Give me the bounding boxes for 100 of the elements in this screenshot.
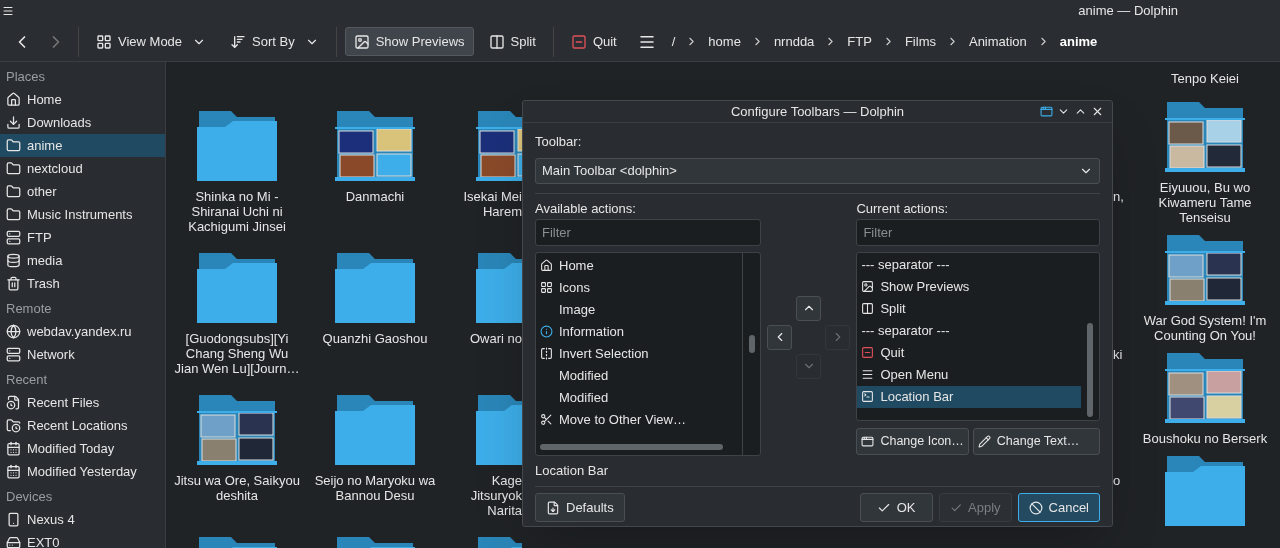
move-button[interactable] [796, 295, 821, 321]
action-item[interactable]: --- separator --- [857, 253, 1081, 276]
toolbar-button[interactable]: Show Previews [344, 27, 474, 56]
sidebar-item[interactable]: Recent Locations [0, 414, 165, 437]
folder-label: n, [1113, 189, 1125, 204]
ok-button[interactable]: OK [859, 493, 933, 522]
action-item[interactable]: Invert Selection [536, 342, 742, 365]
window-menu-icon[interactable] [2, 5, 14, 17]
sidebar-item[interactable]: Modified Today [0, 437, 165, 460]
sidebar-item[interactable]: EXT0 [0, 531, 165, 548]
action-item[interactable]: Home [536, 254, 742, 277]
cancel-icon [1028, 500, 1043, 515]
sidebar-item[interactable]: Modified Yesterday [0, 460, 165, 483]
filter-field[interactable]: Filter [535, 218, 761, 246]
icon-picker-icon [861, 434, 875, 448]
close-icon[interactable] [1091, 105, 1104, 118]
sidebar-item[interactable]: anime [0, 134, 165, 157]
folder-label: ki [1113, 347, 1124, 362]
folder-label: Seijo no Maryoku wa Bannou Desu [314, 473, 436, 503]
action-item[interactable]: --- separator --- [857, 319, 1081, 342]
folder-label: Eiyuuou, Bu wo Kiwameru Tame Tenseisu [1158, 180, 1252, 226]
breadcrumb-item[interactable]: anime [1059, 31, 1098, 52]
breadcrumb-item[interactable]: / [671, 31, 676, 52]
download-icon [6, 115, 21, 130]
globe-icon [6, 324, 21, 339]
breadcrumb-item[interactable]: home [708, 31, 741, 52]
action-item[interactable]: Open Menu [857, 363, 1081, 386]
folder-label: Isekai Mei Harem [463, 189, 522, 219]
toolbar-button[interactable]: Split [479, 27, 545, 56]
defaults-button[interactable]: Defaults [535, 493, 625, 522]
drive-icon [6, 535, 21, 548]
field-label: Available actions: [535, 199, 637, 218]
action-item[interactable]: Image [536, 298, 742, 321]
grid-icon [96, 33, 112, 50]
sidebar-item[interactable]: Nexus 4 [0, 508, 165, 531]
action-item[interactable]: Location Bar [857, 385, 1081, 408]
calendar-icon [6, 441, 21, 456]
home-icon [540, 259, 553, 272]
sidebar-item[interactable]: media [0, 249, 165, 272]
scrollbar-thumb[interactable] [1087, 322, 1093, 417]
action-item[interactable]: Icons [536, 276, 742, 299]
change-text-button[interactable]: Change Text… [972, 427, 1100, 455]
breadcrumb-item[interactable]: nrndda [773, 31, 815, 52]
sidebar-item[interactable]: other [0, 180, 165, 203]
section-header: Devices [5, 487, 54, 506]
action-item[interactable]: Quit [857, 341, 1081, 364]
recent-folder-icon [6, 418, 21, 433]
breadcrumb-item[interactable]: Animation [968, 31, 1027, 52]
action-item[interactable]: Information [536, 320, 742, 343]
menu-icon [861, 368, 875, 381]
sort-icon [230, 33, 247, 50]
sidebar-item[interactable]: Recent Files [0, 391, 165, 414]
pencil-icon [977, 434, 991, 448]
folder-label: Quanzhi Gaoshou [322, 331, 428, 346]
image-icon [353, 33, 370, 50]
folder-label: Shinka no Mi - Shiranai Uchi ni Kachigumi Jinsei [188, 189, 286, 234]
sidebar-item[interactable]: Downloads [0, 111, 165, 134]
breadcrumb-item[interactable]: FTP [847, 31, 872, 52]
sidebar-item[interactable]: Music Instruments [0, 203, 165, 226]
split-icon [488, 33, 505, 50]
action-item[interactable]: Move to Other View… [536, 408, 742, 431]
change-icon-button[interactable]: Change Icon… [856, 427, 969, 455]
cancel-button[interactable]: Cancel [1017, 493, 1100, 522]
sidebar-item[interactable]: Home [0, 88, 165, 111]
dropdown-button[interactable]: View Mode [87, 27, 216, 56]
invert-icon [540, 347, 553, 360]
sidebar-item[interactable]: Network [0, 343, 165, 366]
filter-field[interactable]: Filter [856, 218, 1100, 246]
image-icon [861, 280, 875, 293]
sidebar-item[interactable]: FTP [0, 226, 165, 249]
folder-label: Owari no [469, 331, 522, 346]
dropdown-button[interactable]: Sort By [221, 27, 328, 56]
action-item[interactable]: Split [857, 297, 1081, 320]
toolbar-select[interactable]: Main Toolbar <dolphin> [535, 157, 1100, 184]
field-label: Current actions: [856, 199, 950, 218]
section-header: Places [5, 67, 47, 86]
sidebar-item[interactable]: webdav.yandex.ru [0, 320, 165, 343]
toolbar-button[interactable]: Quit [561, 27, 626, 56]
info-icon [540, 325, 553, 338]
folder-label: War God System! I'm Counting On You! [1143, 313, 1267, 344]
trash-icon [6, 276, 21, 291]
location-bar-icon [861, 390, 875, 403]
action-item[interactable]: Modified [536, 364, 742, 387]
phone-icon [6, 512, 21, 527]
sidebar-item[interactable]: Trash [0, 272, 165, 295]
move-button[interactable] [767, 324, 792, 350]
server-icon [6, 230, 21, 245]
folder-label: [Guodongsubs][Yi Chang Sheng Wu Jian Wen Lu][Journ… [174, 331, 300, 376]
sidebar-item[interactable]: nextcloud [0, 157, 165, 180]
action-item[interactable]: Show Previews [857, 275, 1081, 298]
scrollbar-thumb[interactable] [748, 334, 755, 353]
quit-icon [570, 33, 587, 50]
scrollbar-thumb[interactable] [540, 443, 723, 450]
breadcrumb-item[interactable]: Films [904, 31, 936, 52]
field-label: Toolbar: [535, 133, 583, 151]
section-header: Recent [5, 370, 49, 389]
grid-icon [540, 281, 553, 294]
quit-icon [861, 346, 875, 359]
action-item[interactable]: Modified [536, 386, 742, 409]
split-icon [861, 302, 875, 315]
